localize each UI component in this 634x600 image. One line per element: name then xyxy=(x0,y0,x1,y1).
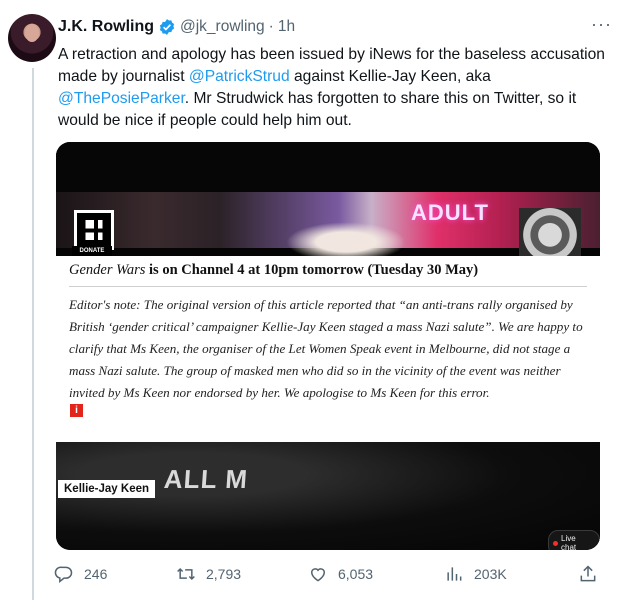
views-count: 203K xyxy=(474,566,507,582)
like-count: 6,053 xyxy=(338,566,374,582)
editors-note: Editor's note: The original version of t… xyxy=(69,297,583,400)
share-icon xyxy=(580,565,596,582)
mention-link[interactable]: @PatrickStrud xyxy=(189,68,290,85)
article-screenshot: Gender Wars is on Channel 4 at 10pm tomo… xyxy=(56,256,600,442)
caption-label: Kellie-Jay Keen xyxy=(58,480,156,498)
tweet-header: J.K. Rowling @jk_rowling · 1h xyxy=(58,18,295,36)
heart-icon xyxy=(310,568,326,582)
share-button[interactable] xyxy=(578,564,598,584)
tweet-text: A retraction and apology has been issued… xyxy=(58,44,618,132)
tweet-text-part: against Kellie-Jay Keen, aka xyxy=(289,68,491,85)
media-video[interactable]: ADULT DONATE Gender Wars is on Channel 4… xyxy=(56,142,600,550)
live-chat-badge[interactable]: Live chat xyxy=(548,530,600,550)
article-headline: Gender Wars is on Channel 4 at 10pm tomo… xyxy=(69,262,509,279)
avatar[interactable] xyxy=(8,14,56,62)
mention-link[interactable]: @ThePosieParker xyxy=(58,90,185,107)
thread-line xyxy=(32,68,34,600)
inews-logo-icon: i xyxy=(70,404,83,417)
reply-button[interactable]: 246 xyxy=(54,564,107,584)
retweet-button[interactable]: 2,793 xyxy=(176,564,241,584)
neon-sign: ADULT xyxy=(411,200,489,225)
author-handle[interactable]: @jk_rowling xyxy=(180,18,265,36)
avatar-face xyxy=(25,24,39,42)
reply-icon xyxy=(54,566,73,584)
divider xyxy=(69,286,587,287)
verified-badge-icon xyxy=(159,19,175,35)
retweet-count: 2,793 xyxy=(206,566,242,582)
views-chart-icon xyxy=(447,567,462,581)
tweet: J.K. Rowling @jk_rowling · 1h ··· A retr… xyxy=(0,0,634,600)
separator-dot: · xyxy=(268,18,274,35)
media-top-bar xyxy=(56,142,600,192)
bottom-sign: ALL M xyxy=(162,464,250,494)
more-options-icon[interactable]: ··· xyxy=(591,14,612,35)
views-button[interactable]: 203K xyxy=(444,564,507,584)
live-dot-icon xyxy=(553,540,558,546)
author-name[interactable]: J.K. Rowling xyxy=(58,18,154,36)
reply-count: 246 xyxy=(84,566,108,582)
donate-label: DONATE xyxy=(72,246,112,256)
retweet-icon xyxy=(177,567,195,581)
timestamp[interactable]: 1h xyxy=(278,18,295,36)
headline-rest: is on Channel 4 at 10pm tomorrow (Tuesda… xyxy=(145,262,479,278)
like-button[interactable]: 6,053 xyxy=(308,564,373,584)
headline-italic: Gender Wars xyxy=(69,262,146,278)
live-chat-label: Live chat xyxy=(561,534,577,550)
action-bar: 246 2,793 6,053 203K xyxy=(54,564,614,588)
qr-code-icon xyxy=(74,210,114,250)
